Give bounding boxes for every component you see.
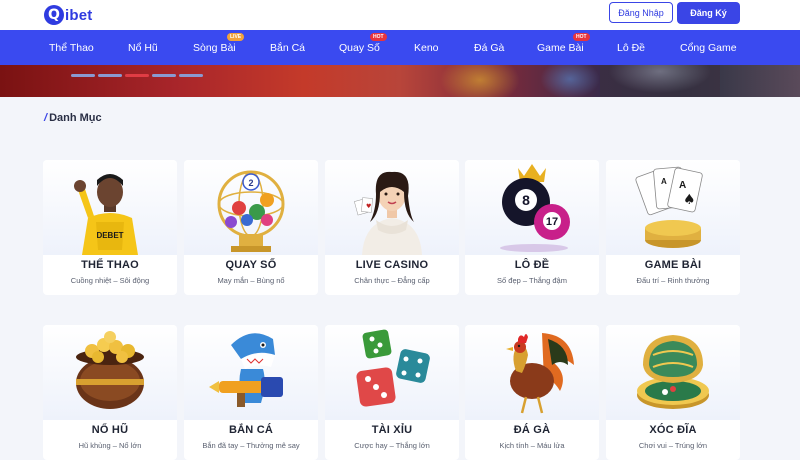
live-badge: LIVE xyxy=(227,33,245,41)
card-title: NỔ HŨ xyxy=(91,424,129,436)
nav-item-da-ga[interactable]: Đá Gà xyxy=(474,30,504,65)
card-subtitle: Chân thực – Đẳng cấp xyxy=(354,276,430,285)
nav-item-no-hu[interactable]: Nổ Hũ xyxy=(128,30,158,65)
nav-label: Nổ Hũ xyxy=(128,41,158,54)
card-subtitle: Cược hay – Thắng lớn xyxy=(354,441,430,450)
category-card-da-ga[interactable]: ĐÁ GÀ Kịch tính – Máu lửa xyxy=(465,325,599,460)
top-header: Q ibet Đăng Nhập Đăng Ký xyxy=(0,0,800,30)
hero-banner[interactable] xyxy=(0,65,800,97)
hot-badge: HOT xyxy=(370,33,387,41)
register-button[interactable]: Đăng Ký xyxy=(677,2,740,24)
banner-glow xyxy=(440,65,520,97)
hot-badge: HOT xyxy=(573,33,590,41)
rooster-icon xyxy=(506,333,574,414)
nav-label: Game Bài xyxy=(537,41,584,54)
card-title: ĐÁ GÀ xyxy=(513,424,551,436)
svg-text:♥: ♥ xyxy=(366,203,371,210)
svg-text:A: A xyxy=(661,177,667,186)
site-logo[interactable]: Q ibet xyxy=(44,3,92,27)
category-card-no-hu[interactable]: NỔ HŨ Hũ khủng – Nổ lớn xyxy=(43,325,177,460)
nav-label: Thể Thao xyxy=(49,41,94,54)
football-player-icon: DEBET xyxy=(74,174,138,255)
svg-text:♠: ♠ xyxy=(683,192,696,208)
logo-text: ibet xyxy=(65,6,93,24)
nav-label: Bắn Cá xyxy=(270,41,306,54)
card-title: LÔ ĐỀ xyxy=(514,259,550,271)
card-title: GAME BÀI xyxy=(644,259,702,271)
coin-disc-icon xyxy=(637,335,709,409)
lottery-cage-icon: 2 xyxy=(217,170,285,252)
svg-text:A: A xyxy=(679,180,686,191)
slider-dots xyxy=(71,74,203,77)
card-subtitle: Bắn đã tay – Thưởng mê say xyxy=(202,441,300,450)
card-subtitle: Cuồng nhiệt – Sôi động xyxy=(70,276,150,285)
section-title-text: Danh Mục xyxy=(49,112,102,124)
category-card-tai-xiu[interactable]: TÀI XỈU Cược hay – Thắng lớn xyxy=(325,325,459,460)
logo-mark: Q xyxy=(44,5,64,25)
nav-item-lo-de[interactable]: Lô Đề xyxy=(617,30,645,65)
svg-text:17: 17 xyxy=(546,216,558,228)
nav-label: Keno xyxy=(414,41,439,54)
login-button[interactable]: Đăng Nhập xyxy=(609,2,673,23)
card-subtitle: Kịch tính – Máu lửa xyxy=(499,441,565,450)
nav-label: Quay Số xyxy=(339,41,380,54)
slider-dot[interactable] xyxy=(71,74,95,77)
nav-item-cong-game[interactable]: Cổng Game xyxy=(680,30,737,65)
svg-text:2: 2 xyxy=(248,178,253,188)
playing-cards-icon: A ♠ A xyxy=(635,166,703,248)
card-title: QUAY SỐ xyxy=(225,259,277,271)
banner-art xyxy=(600,65,720,97)
card-subtitle: May mắn – Bùng nổ xyxy=(217,276,285,285)
category-card-lo-de[interactable]: 8 17 LÔ ĐỀ Số đẹp – Thắng đậm xyxy=(465,160,599,295)
slider-dot-active[interactable] xyxy=(125,74,149,77)
nav-item-the-thao[interactable]: Thể Thao xyxy=(49,30,94,65)
title-slash-icon: / xyxy=(44,112,48,124)
category-card-game-bai[interactable]: A ♠ A GAME BÀI Đấu trí – Rinh thưởng xyxy=(606,160,740,295)
nav-label: Đá Gà xyxy=(474,41,505,54)
shark-gun-icon xyxy=(209,333,283,407)
card-title: THỂ THAO xyxy=(81,259,139,271)
card-title: TÀI XỈU xyxy=(371,424,413,436)
category-card-ban-ca[interactable]: BẮN CÁ Bắn đã tay – Thưởng mê say xyxy=(184,325,318,460)
card-title: XÓC ĐĨA xyxy=(649,424,697,436)
gold-pot-icon xyxy=(76,331,144,409)
section-title: / Danh Mục xyxy=(44,112,102,124)
svg-text:8: 8 xyxy=(522,192,530,208)
main-nav: Thể Thao Nổ Hũ Sòng Bài LIVE Bắn Cá Quay… xyxy=(0,30,800,65)
svg-text:DEBET: DEBET xyxy=(96,231,123,240)
slider-dot[interactable] xyxy=(152,74,176,77)
nav-item-ban-ca[interactable]: Bắn Cá xyxy=(270,30,305,65)
dice-icon xyxy=(356,329,430,407)
card-subtitle: Đấu trí – Rinh thưởng xyxy=(636,276,710,285)
nav-label: Lô Đề xyxy=(617,41,646,54)
slider-dot[interactable] xyxy=(98,74,122,77)
category-card-live-casino[interactable]: ♥ LIVE CASINO Chân thực – Đẳng cấp xyxy=(325,160,459,295)
category-card-quay-so[interactable]: 2 QUAY SỐ May mắn – Bùng nổ xyxy=(184,160,318,295)
lottery-balls-icon: 8 17 xyxy=(500,164,570,252)
casino-dealer-icon: ♥ xyxy=(354,171,422,255)
category-card-the-thao[interactable]: DEBET THỂ THAO Cuồng nhiệt – Sôi động xyxy=(43,160,177,295)
card-title: LIVE CASINO xyxy=(355,259,429,271)
category-card-xoc-dia[interactable]: XÓC ĐĨA Chơi vui – Trúng lớn xyxy=(606,325,740,460)
banner-glow xyxy=(540,65,600,97)
nav-label: Cổng Game xyxy=(680,41,737,54)
nav-item-keno[interactable]: Keno xyxy=(414,30,439,65)
slider-dot[interactable] xyxy=(179,74,203,77)
card-subtitle: Số đẹp – Thắng đậm xyxy=(497,276,567,285)
card-subtitle: Hũ khủng – Nổ lớn xyxy=(78,441,142,450)
card-title: BẮN CÁ xyxy=(229,424,273,436)
nav-label: Sòng Bài xyxy=(193,41,236,54)
card-subtitle: Chơi vui – Trúng lớn xyxy=(638,441,708,450)
